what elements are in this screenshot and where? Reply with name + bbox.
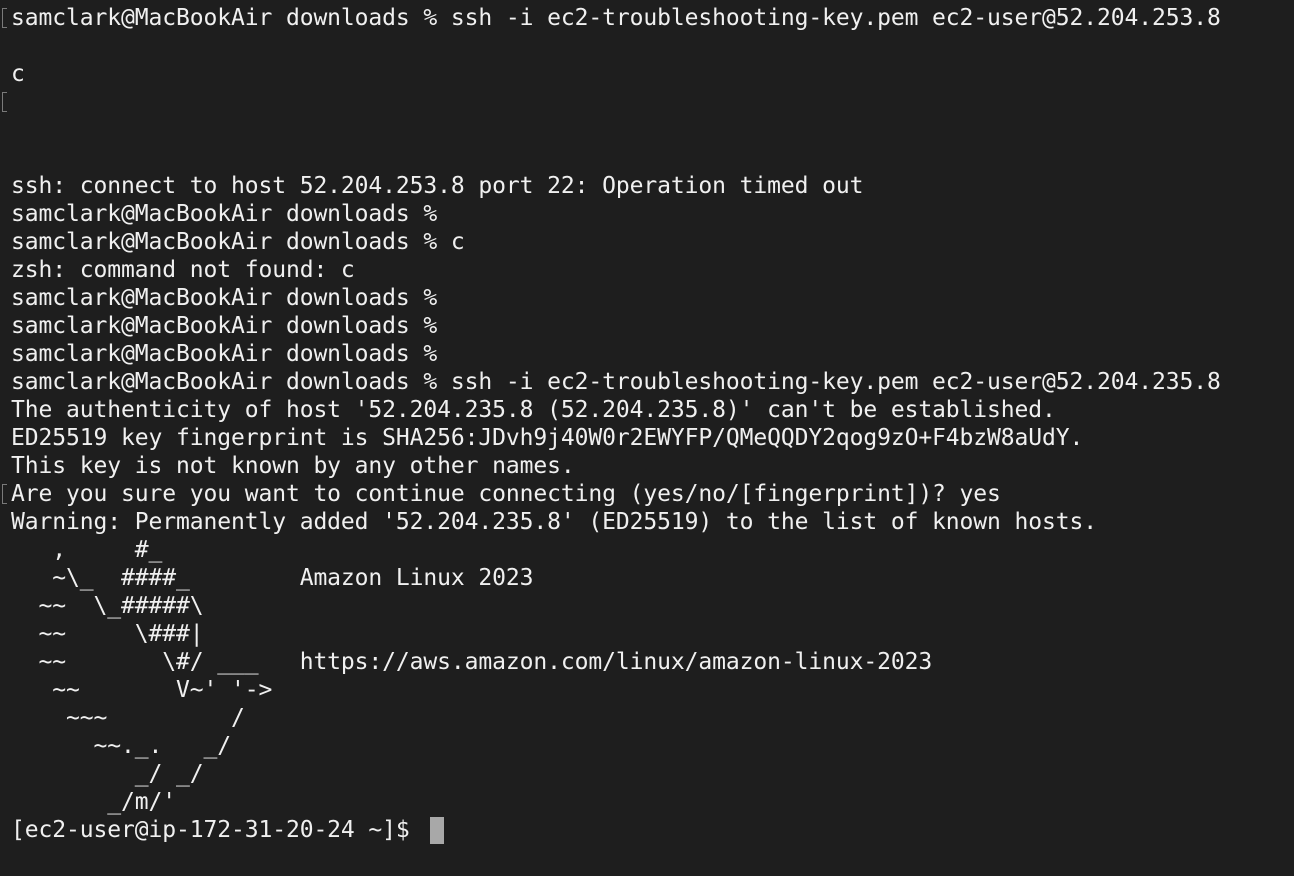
line-mark	[2, 8, 7, 28]
motd-art-line: _/m/'	[11, 789, 176, 815]
motd-art-line: ~~~ /	[11, 705, 245, 731]
terminal-line-fingerprint: ED25519 key fingerprint is SHA256:JDvh9j…	[11, 425, 1084, 451]
terminal-line-typed-c: c	[11, 61, 25, 87]
terminal-line-prompt-c: samclark@MacBookAir downloads % c	[11, 229, 465, 255]
terminal-line-ssh-command-2: samclark@MacBookAir downloads % ssh -i e…	[11, 369, 1221, 395]
motd-art-line: ~~._. _/	[11, 733, 231, 759]
terminal-line-prompt: samclark@MacBookAir downloads %	[11, 285, 438, 311]
terminal-line-ssh-command-1: samclark@MacBookAir downloads % ssh -i e…	[11, 5, 1221, 31]
terminal-line-prompt: samclark@MacBookAir downloads %	[11, 313, 438, 339]
terminal-line-key-unknown: This key is not known by any other names…	[11, 453, 575, 479]
line-mark	[2, 92, 7, 112]
motd-art-line: ~~ \#/ ___ https://aws.amazon.com/linux/…	[11, 649, 933, 675]
terminal-line-warning: Warning: Permanently added '52.204.235.8…	[11, 509, 1098, 535]
motd-art-line: , #_	[11, 537, 163, 563]
motd-art-line: ~~ \_#####\	[11, 593, 204, 619]
terminal-window[interactable]: samclark@MacBookAir downloads % ssh -i e…	[0, 0, 1294, 876]
terminal-line-prompt: samclark@MacBookAir downloads %	[11, 201, 438, 227]
line-mark	[2, 484, 7, 504]
terminal-line-prompt: samclark@MacBookAir downloads %	[11, 341, 438, 367]
terminal-line-confirm: Are you sure you want to continue connec…	[11, 481, 1001, 507]
terminal-cursor[interactable]	[430, 817, 444, 844]
motd-art-line: ~\_ ####_ Amazon Linux 2023	[11, 565, 534, 591]
terminal-line-remote-prompt: [ec2-user@ip-172-31-20-24 ~]$	[11, 817, 410, 843]
motd-art-line: ~~ \###|	[11, 621, 204, 647]
terminal-line-authenticity: The authenticity of host '52.204.235.8 (…	[11, 397, 1056, 423]
motd-art-line: _/ _/	[11, 761, 204, 787]
terminal-line-zsh-error: zsh: command not found: c	[11, 257, 355, 283]
terminal-line-ssh-timeout: ssh: connect to host 52.204.253.8 port 2…	[11, 173, 864, 199]
motd-art-line: ~~ V~' '->	[11, 677, 273, 703]
